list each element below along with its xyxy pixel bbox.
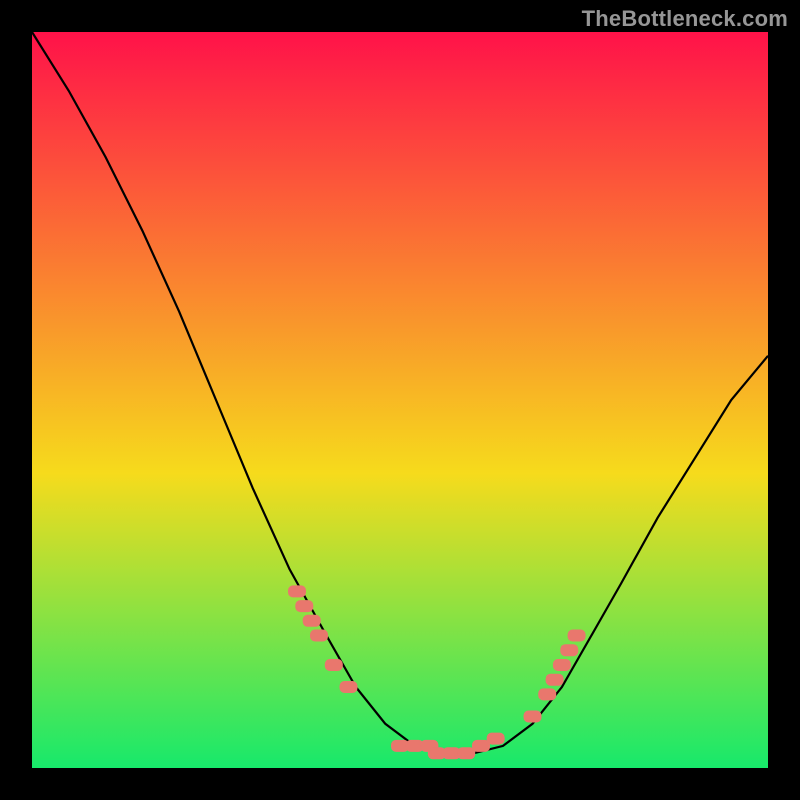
gradient-bg: [32, 32, 768, 768]
data-point: [310, 630, 328, 642]
data-point: [325, 659, 343, 671]
plot-area: [32, 32, 768, 768]
chart-container: { "watermark": "TheBottleneck.com", "cha…: [0, 0, 800, 800]
data-point: [546, 674, 564, 686]
data-point: [553, 659, 571, 671]
data-point: [524, 711, 542, 723]
watermark-text: TheBottleneck.com: [582, 6, 788, 32]
data-point: [568, 630, 586, 642]
data-point: [538, 688, 556, 700]
data-point: [295, 600, 313, 612]
data-point: [487, 733, 505, 745]
data-point: [288, 585, 306, 597]
data-point: [340, 681, 358, 693]
data-point: [457, 747, 475, 759]
data-point: [303, 615, 321, 627]
chart-svg: [32, 32, 768, 768]
data-point: [560, 644, 578, 656]
